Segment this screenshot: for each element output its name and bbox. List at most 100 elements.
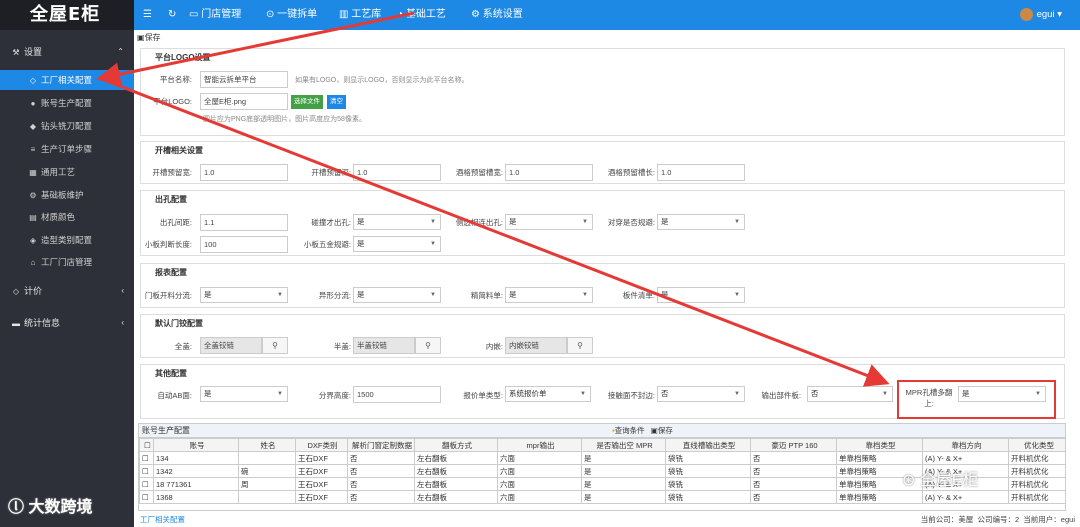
slot-width-input[interactable]: 1.0 bbox=[200, 164, 288, 181]
tab-basic-process[interactable]: ◔ 基础工艺 bbox=[397, 0, 446, 30]
slot-depth-input[interactable]: 1.0 bbox=[353, 164, 441, 181]
field-label: 对穿是否规避: bbox=[607, 218, 655, 227]
column-header[interactable]: 豪迈 PTP 160 bbox=[750, 438, 837, 452]
output-part-board-select[interactable]: 否 ▼ bbox=[807, 386, 893, 402]
small-board-hardware-select[interactable]: 是 ▼ bbox=[353, 236, 441, 252]
sidebar-group-pricing[interactable]: ◇ 计价 ‹ bbox=[0, 281, 134, 301]
sidebar-item-factory-config[interactable]: ◇ 工厂相关配置 bbox=[0, 70, 134, 90]
watermark-right-text: 全屋E柜 bbox=[919, 472, 979, 489]
column-header[interactable]: 优化类型 bbox=[1008, 438, 1065, 452]
save-toolbar-button[interactable]: ▣保存 bbox=[137, 32, 161, 44]
sidebar-item-account-production[interactable]: ● 账号生产配置 bbox=[0, 93, 134, 113]
sidebar-item-store-management[interactable]: ⌂ 工厂门店管理 bbox=[0, 252, 134, 272]
tab-process-library[interactable]: ▥ 工艺库 bbox=[339, 0, 381, 30]
column-header[interactable]: 账号 bbox=[153, 438, 239, 452]
search-icon[interactable]: ⚲ bbox=[415, 337, 441, 354]
refresh-icon[interactable]: ↻ bbox=[168, 0, 176, 30]
wine-slot-length-input[interactable]: 1.0 bbox=[657, 164, 745, 181]
tab-label: 基础工艺 bbox=[405, 9, 446, 20]
diamond-icon: ◆ bbox=[29, 122, 37, 131]
hole-spacing-input[interactable]: 1.1 bbox=[200, 214, 288, 231]
logo-settings-panel: 平台LOGO设置 平台名称: 智能云拆单平台 如果有LOGO，则显示LOGO，否… bbox=[140, 48, 1065, 136]
select-value: 否 bbox=[661, 389, 669, 398]
collision-hole-select[interactable]: 是 ▼ bbox=[353, 214, 441, 230]
table-cell: 王石DXF bbox=[295, 490, 348, 504]
sidebar-item-common-process[interactable]: ▦ 通用工艺 bbox=[0, 162, 134, 182]
user-menu[interactable]: egui ▾ bbox=[1019, 0, 1062, 30]
boundary-height-input[interactable]: 1500 bbox=[353, 386, 441, 403]
footer-breadcrumb[interactable]: 工厂相关配置 bbox=[140, 515, 185, 524]
field-label: 接触面不封边: bbox=[607, 391, 655, 400]
door-cut-split-select[interactable]: 是 ▼ bbox=[200, 287, 288, 303]
row-checkbox[interactable]: ☐ bbox=[139, 464, 154, 478]
search-icon[interactable]: ⚲ bbox=[262, 337, 288, 354]
side-connect-hole-select[interactable]: 是 ▼ bbox=[505, 214, 593, 230]
top-navbar: ☰ ↻ ▭ 门店管理 ⊙ 一键拆单 ▥ 工艺库 ◔ 基础工艺 ⚙ 系统设置 eg… bbox=[134, 0, 1080, 30]
quote-type-select[interactable]: 系统报价单 ▼ bbox=[505, 386, 591, 402]
field-label: 开槽预留宽: bbox=[152, 168, 192, 177]
small-board-length-input[interactable]: 100 bbox=[200, 236, 288, 253]
column-header[interactable]: 靠档类型 bbox=[836, 438, 923, 452]
through-hole-avoid-select[interactable]: 是 ▼ bbox=[657, 214, 745, 230]
half-cover-hinge-input[interactable]: 半盖铰链 bbox=[353, 337, 415, 354]
menu-toggle-icon[interactable]: ☰ bbox=[143, 0, 152, 30]
row-checkbox[interactable]: ☐ bbox=[139, 490, 154, 504]
sidebar-group-label: 设置 bbox=[24, 47, 43, 57]
table-cell: 是 bbox=[581, 477, 666, 491]
sidebar-item-base-board[interactable]: ⚙ 基础板维护 bbox=[0, 185, 134, 205]
column-header[interactable]: 解析门窗定制数据 bbox=[347, 438, 415, 452]
sidebar-group-settings[interactable]: ⚒ 设置 ⌃ bbox=[0, 42, 134, 62]
column-header[interactable]: 是否输出空 MPR bbox=[581, 438, 666, 452]
query-button[interactable]: ▪查询条件 bbox=[612, 426, 645, 435]
tab-system-settings[interactable]: ⚙ 系统设置 bbox=[471, 0, 523, 30]
table-row[interactable]: ☐ 134 王石DXF 否左右翻板 六面是袋铣否单靠档策略 (A) Y- & X+ 开料机优… bbox=[139, 451, 1065, 465]
sidebar-group-label: 统计信息 bbox=[24, 318, 61, 328]
caret-down-icon: ▼ bbox=[582, 292, 588, 298]
grid-save-button[interactable]: ▣保存 bbox=[651, 426, 673, 435]
field-label: 报价单类型: bbox=[463, 391, 503, 400]
caret-down-icon: ▼ bbox=[580, 391, 586, 397]
column-header[interactable]: 靠档方向 bbox=[922, 438, 1009, 452]
inset-hinge-input[interactable]: 内嵌铰链 bbox=[505, 337, 567, 354]
caret-down-icon: ▼ bbox=[430, 219, 436, 225]
section-title: 报表配置 bbox=[155, 268, 187, 277]
auto-ab-face-select[interactable]: 是 ▼ bbox=[200, 386, 288, 402]
tab-one-click-split[interactable]: ⊙ 一键拆单 bbox=[266, 0, 317, 30]
column-header[interactable]: 直线槽输出类型 bbox=[665, 438, 751, 452]
sidebar-item-shape-category[interactable]: ◈ 造型类别配置 bbox=[0, 230, 134, 250]
contact-no-edge-select[interactable]: 否 ▼ bbox=[657, 386, 745, 402]
tab-store-management[interactable]: ▭ 门店管理 bbox=[189, 0, 241, 30]
simple-material-list-select[interactable]: 是 ▼ bbox=[505, 287, 593, 303]
table-cell: 开料机优化 bbox=[1008, 451, 1065, 465]
special-shape-split-select[interactable]: 是 ▼ bbox=[353, 287, 441, 303]
sidebar-item-drill-config[interactable]: ◆ 钻头铣刀配置 bbox=[0, 116, 134, 136]
report-settings-panel: 报表配置 门板开料分流: 是 ▼ 异形分流: 是 ▼ 精简料单: 是 ▼ 板件清单: … bbox=[140, 263, 1065, 308]
row-checkbox[interactable]: ☐ bbox=[139, 477, 154, 491]
platform-logo-input[interactable]: 全屋E柜.png bbox=[200, 93, 288, 110]
search-icon[interactable]: ⚲ bbox=[567, 337, 593, 354]
clear-button[interactable]: 清空 bbox=[327, 95, 346, 109]
sidebar-item-order-steps[interactable]: ≡ 生产订单步骤 bbox=[0, 139, 134, 159]
select-all-checkbox[interactable]: ☐ bbox=[139, 438, 154, 452]
sidebar-group-statistics[interactable]: ▬ 统计信息 ‹ bbox=[0, 313, 134, 333]
field-label: 异形分流: bbox=[318, 291, 351, 300]
full-cover-hinge-input[interactable]: 全盖铰链 bbox=[200, 337, 262, 354]
choose-file-button[interactable]: 选择文件 bbox=[291, 95, 323, 109]
wine-slot-width-input[interactable]: 1.0 bbox=[505, 164, 593, 181]
row-checkbox[interactable]: ☐ bbox=[139, 451, 154, 465]
column-header[interactable]: mpr输出 bbox=[497, 438, 582, 452]
table-cell: 是 bbox=[581, 464, 666, 478]
column-header[interactable]: 翻板方式 bbox=[414, 438, 498, 452]
caret-down-icon: ▼ bbox=[882, 391, 888, 397]
table-cell: 是 bbox=[581, 451, 666, 465]
grid-title: 账号生产配置 bbox=[142, 426, 190, 435]
sidebar-item-material-color[interactable]: ▤ 材质颜色 bbox=[0, 207, 134, 227]
column-header[interactable]: 姓名 bbox=[238, 438, 296, 452]
platform-name-input[interactable]: 智能云拆单平台 bbox=[200, 71, 288, 88]
field-label: 内嵌: bbox=[485, 342, 503, 351]
board-list-select[interactable]: 是 ▼ bbox=[657, 287, 745, 303]
table-row[interactable]: ☐ 1368 王石DXF 否左右翻板 六面是袋铣否单靠档策略 (A) Y- & X+ 开料机… bbox=[139, 490, 1065, 504]
chat-icon: ▬ bbox=[12, 319, 20, 328]
column-header[interactable]: DXF类别 bbox=[295, 438, 348, 452]
query-label: 查询条件 bbox=[614, 426, 645, 435]
